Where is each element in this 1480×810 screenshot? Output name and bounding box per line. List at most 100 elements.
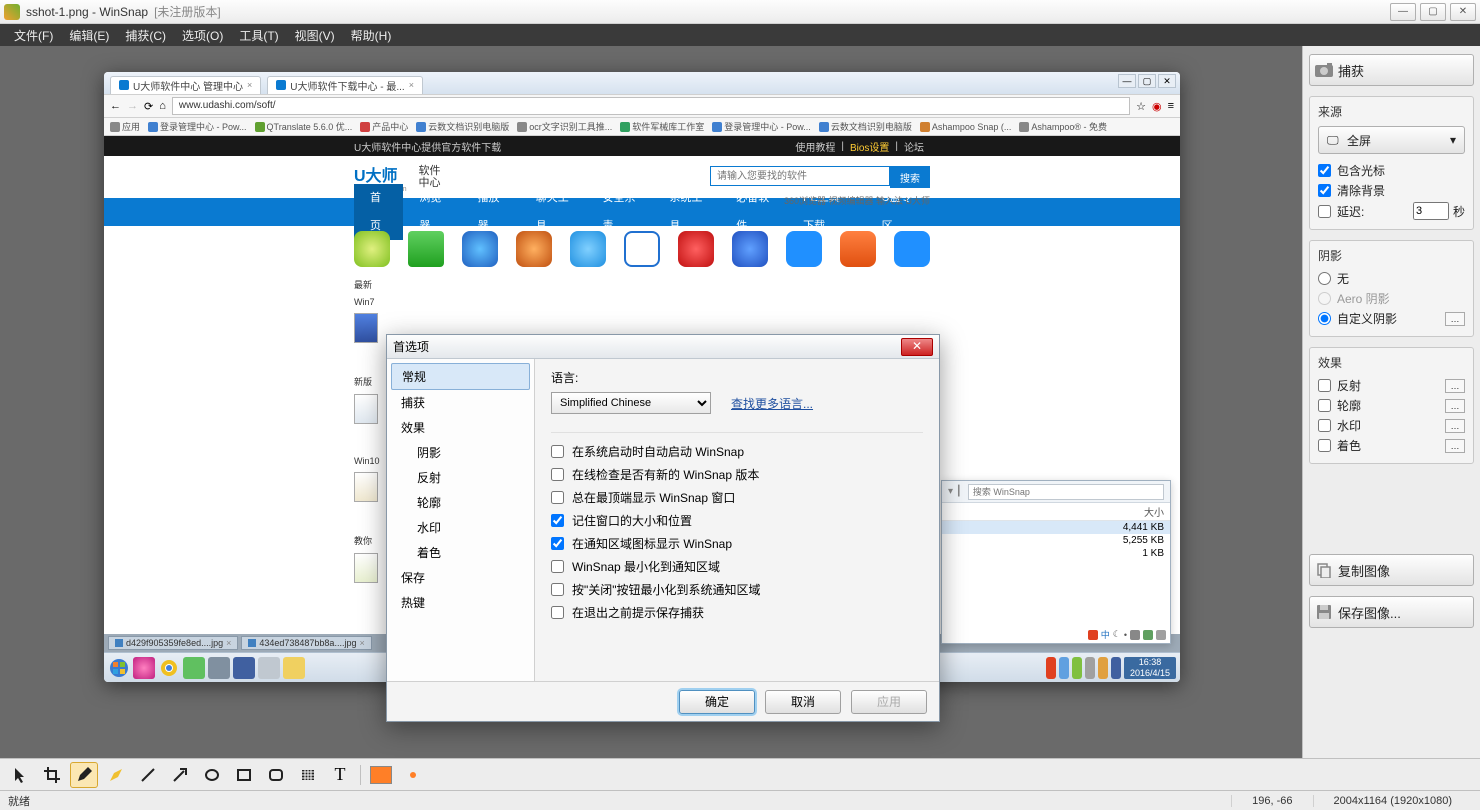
menubar: 文件(F) 编辑(E) 捕获(C) 选项(O) 工具(T) 视图(V) 帮助(H…: [0, 24, 1480, 46]
nav-home-icon: ⌂: [159, 100, 166, 112]
shadow-aero-radio[interactable]: Aero 阴影: [1318, 290, 1465, 307]
browser-tab-1: U大师软件中心 管理中心×: [110, 76, 261, 94]
effect-reflect-check[interactable]: 反射…: [1318, 377, 1465, 394]
pref-nav-reflect[interactable]: 反射: [391, 465, 530, 490]
taskbar-app-icon: [233, 657, 255, 679]
dialog-close-button[interactable]: ✕: [901, 338, 933, 356]
tool-arrow[interactable]: [166, 762, 194, 788]
tool-text[interactable]: T: [326, 762, 354, 788]
canvas-area[interactable]: U大师软件中心 管理中心× U大师软件下载中心 - 最...× —▢✕ ← → …: [0, 46, 1302, 758]
tray-icon: [1085, 657, 1095, 679]
browser-window-controls: —▢✕: [1118, 74, 1176, 92]
annotation-toolbar: T: [0, 758, 1480, 790]
copy-icon: [1310, 562, 1338, 578]
cancel-button[interactable]: 取消: [765, 690, 841, 714]
menu-view[interactable]: 视图(V): [287, 25, 343, 46]
apply-button[interactable]: 应用: [851, 690, 927, 714]
pref-nav-watermark[interactable]: 水印: [391, 515, 530, 540]
close-button[interactable]: ✕: [1450, 3, 1476, 21]
delay-input[interactable]: [1413, 202, 1449, 220]
shadow-none-radio[interactable]: 无: [1318, 270, 1465, 287]
include-cursor-check[interactable]: 包含光标: [1318, 162, 1465, 179]
delay-check[interactable]: [1318, 205, 1331, 218]
effects-group: 效果 反射… 轮廓… 水印… 着色…: [1309, 347, 1474, 464]
tray-icon: [1111, 657, 1121, 679]
menu-capture[interactable]: 捕获(C): [117, 25, 174, 46]
shadow-more-button[interactable]: …: [1445, 312, 1465, 326]
ok-button[interactable]: 确定: [679, 690, 755, 714]
status-coords: 196, -66: [1231, 795, 1312, 807]
start-button-icon: [108, 657, 130, 679]
chrome-icon: [158, 657, 180, 679]
menu-options[interactable]: 选项(O): [174, 25, 231, 46]
window-titlebar: sshot-1.png - WinSnap[未注册版本] — ▢ ✕: [0, 0, 1480, 24]
tool-line[interactable]: [134, 762, 162, 788]
taskbar-clock: 16:382016/4/15: [1124, 657, 1176, 679]
delay-row: 延迟: 秒: [1318, 202, 1465, 220]
right-panel: 捕获 来源 🖵 全屏 ▾ 包含光标 清除背景 延迟: 秒 阴影 无 Aero 阴…: [1302, 46, 1480, 758]
window-title: sshot-1.png - WinSnap[未注册版本]: [26, 3, 221, 20]
menu-help[interactable]: 帮助(H): [343, 25, 400, 46]
stroke-width[interactable]: [399, 762, 427, 788]
check-tray-icon[interactable]: 在通知区域图标显示 WinSnap: [551, 535, 923, 552]
status-dimensions: 2004x1164 (1920x1080): [1313, 795, 1472, 807]
check-save-prompt[interactable]: 在退出之前提示保存捕获: [551, 604, 923, 621]
tool-blur[interactable]: [294, 762, 322, 788]
pref-nav-hotkey[interactable]: 热键: [391, 590, 530, 615]
menu-file[interactable]: 文件(F): [6, 25, 61, 46]
tool-crop[interactable]: [38, 762, 66, 788]
browser-tab-2: U大师软件下载中心 - 最...×: [267, 76, 423, 94]
menu-edit[interactable]: 编辑(E): [61, 25, 117, 46]
copy-image-button[interactable]: 复制图像: [1309, 554, 1474, 586]
browser-titlebar: U大师软件中心 管理中心× U大师软件下载中心 - 最...× —▢✕: [104, 72, 1180, 94]
source-mode-select[interactable]: 🖵 全屏 ▾: [1318, 126, 1465, 154]
browser-urlbar: ← → ⟳ ⌂ www.udashi.com/soft/ ☆ ◉ ≡: [104, 94, 1180, 118]
ime-tray: 中 ☾•: [1088, 628, 1166, 641]
dialog-title: 首选项: [393, 338, 429, 355]
pref-nav-outline[interactable]: 轮廓: [391, 490, 530, 515]
effect-outline-check[interactable]: 轮廓…: [1318, 397, 1465, 414]
language-select[interactable]: Simplified Chinese: [551, 392, 711, 414]
tool-rect[interactable]: [230, 762, 258, 788]
check-autostart[interactable]: 在系统启动时自动启动 WinSnap: [551, 443, 923, 460]
more-languages-link[interactable]: 查找更多语言...: [731, 395, 813, 412]
tool-highlighter[interactable]: [102, 762, 130, 788]
pref-nav-save[interactable]: 保存: [391, 565, 530, 590]
check-minimize-tray[interactable]: WinSnap 最小化到通知区域: [551, 558, 923, 575]
shadow-custom-radio[interactable]: 自定义阴影…: [1318, 310, 1465, 327]
check-close-minimize[interactable]: 按"关闭"按钮最小化到系统通知区域: [551, 581, 923, 598]
capture-button[interactable]: 捕获: [1309, 54, 1474, 86]
taskbar-app-icon: [258, 657, 280, 679]
status-ready: 就绪: [8, 793, 30, 809]
check-update[interactable]: 在线检查是否有新的 WinSnap 版本: [551, 466, 923, 483]
check-topmost[interactable]: 总在最顶端显示 WinSnap 窗口: [551, 489, 923, 506]
pref-nav-general[interactable]: 常规: [391, 363, 530, 390]
pref-nav-capture[interactable]: 捕获: [391, 390, 530, 415]
chevron-down-icon: ▾: [1450, 133, 1456, 147]
tool-ellipse[interactable]: [198, 762, 226, 788]
taskbar-app-icon: [133, 657, 155, 679]
pref-nav-effects[interactable]: 效果: [391, 415, 530, 440]
effect-color-check[interactable]: 着色…: [1318, 437, 1465, 454]
minimize-button[interactable]: —: [1390, 3, 1416, 21]
tray-icon: [1059, 657, 1069, 679]
color-picker[interactable]: [367, 762, 395, 788]
camera-icon: [1310, 62, 1338, 78]
site-nav: 首页 浏览器播放器聊天工具 安全杀毒系统工具必备软件 PE工具下载U盘专区: [104, 198, 1180, 226]
bookmark-bar: 应用 登录管理中心 - Pow... QTranslate 5.6.0 优...…: [104, 118, 1180, 136]
nav-back-icon: ←: [110, 100, 121, 112]
check-remember-window[interactable]: 记住窗口的大小和位置: [551, 512, 923, 529]
taskbar-app-icon: [283, 657, 305, 679]
pref-nav-color[interactable]: 着色: [391, 540, 530, 565]
ext-icon: ◉: [1152, 100, 1162, 113]
save-image-button[interactable]: 保存图像...: [1309, 596, 1474, 628]
pref-nav-shadow[interactable]: 阴影: [391, 440, 530, 465]
tool-roundrect[interactable]: [262, 762, 290, 788]
effect-watermark-check[interactable]: 水印…: [1318, 417, 1465, 434]
menu-tools[interactable]: 工具(T): [231, 25, 286, 46]
webpage-left-content: 最新 Win7 新版 Win10 教你: [354, 278, 378, 585]
tool-cursor[interactable]: [6, 762, 34, 788]
maximize-button[interactable]: ▢: [1420, 3, 1446, 21]
clear-bg-check[interactable]: 清除背景: [1318, 182, 1465, 199]
tool-pen[interactable]: [70, 762, 98, 788]
